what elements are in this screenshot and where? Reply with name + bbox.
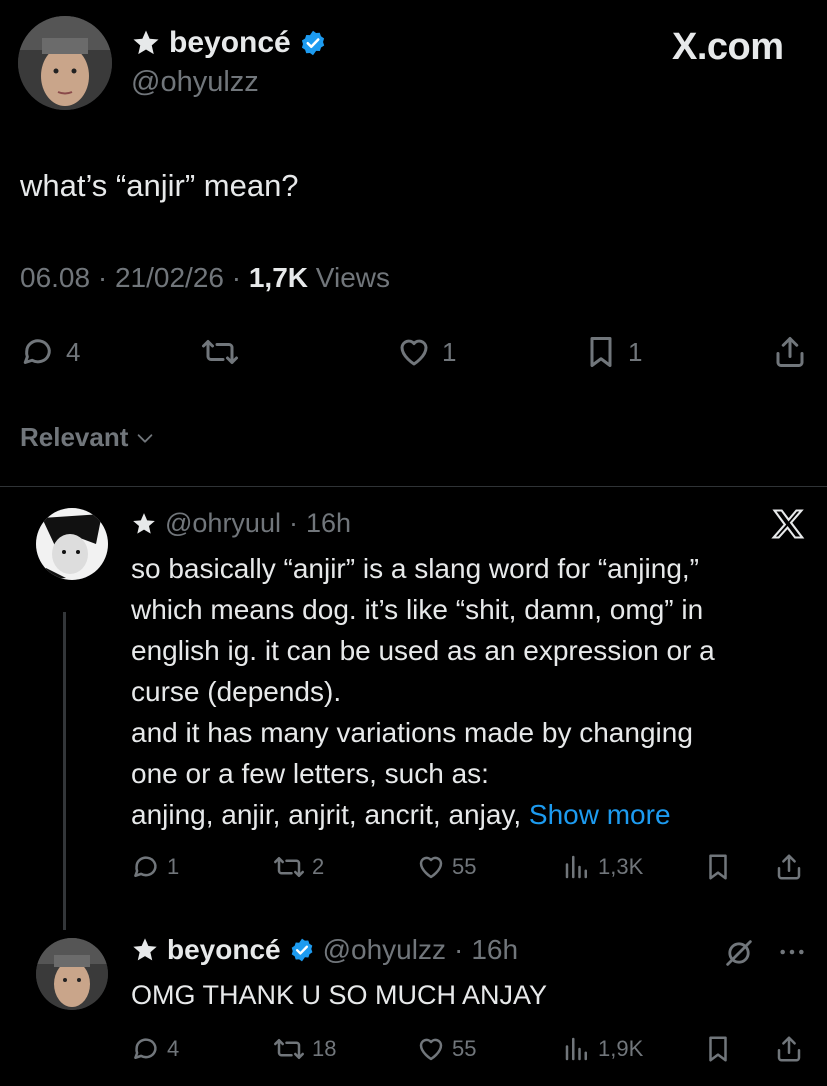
views-count: 1,9K — [598, 1036, 644, 1061]
thread-line — [63, 612, 66, 930]
star-icon — [131, 936, 159, 964]
reply-author-avatar[interactable] — [36, 508, 108, 580]
self-repost-button[interactable]: 18 — [272, 1034, 336, 1064]
heart-icon — [416, 1034, 446, 1064]
x-com-watermark: X.com — [672, 26, 784, 68]
bookmark-icon — [704, 1034, 732, 1064]
like-button[interactable]: 1 — [396, 334, 456, 370]
tweet-date[interactable]: 21/02/26 — [115, 262, 224, 293]
show-more-link[interactable]: Show more — [529, 799, 671, 830]
share-icon — [774, 1034, 804, 1064]
bookmark-count: 1 — [628, 336, 643, 367]
repost-button[interactable] — [200, 334, 250, 370]
repost-count: 2 — [312, 854, 325, 879]
self-reply-text: OMG THANK U SO MUCH ANJAY — [131, 980, 548, 1010]
reply-text: so basically “anjir” is a slang word for… — [131, 548, 821, 835]
repost-icon — [272, 852, 306, 882]
reply-reply-button[interactable]: 1 — [131, 852, 179, 882]
views-chart-icon — [562, 1034, 592, 1064]
self-handle[interactable]: @ohyulzz — [323, 934, 446, 966]
self-reply-header: beyoncé @ohyulzz · 16h — [131, 934, 518, 966]
share-icon — [774, 852, 804, 882]
reply-like-button[interactable]: 55 — [416, 852, 476, 882]
bookmark-icon — [704, 852, 732, 882]
divider — [0, 486, 827, 487]
author-avatar[interactable] — [18, 16, 112, 110]
bookmark-icon — [584, 334, 618, 370]
self-reply-avatar[interactable] — [36, 938, 108, 1010]
reply-count: 4 — [167, 1036, 180, 1061]
repost-icon — [272, 1034, 306, 1064]
tweet-text: what’s “anjir” mean? — [20, 168, 299, 203]
avatar-image — [36, 938, 108, 1010]
chevron-down-icon — [134, 427, 156, 449]
self-time[interactable]: 16h — [471, 934, 518, 966]
avatar-image — [18, 16, 112, 110]
reply-icon — [131, 852, 161, 882]
like-count: 55 — [452, 1036, 477, 1061]
author-display-name: beyoncé — [169, 26, 291, 59]
reply-body-text: so basically “anjir” is a slang word for… — [131, 553, 715, 830]
reply-repost-button[interactable]: 2 — [272, 852, 324, 882]
avatar-image — [36, 508, 108, 580]
reply-count: 1 — [167, 854, 180, 879]
heart-icon — [396, 334, 432, 370]
views-label: Views — [315, 262, 390, 293]
reply-share-button[interactable] — [774, 852, 804, 882]
verified-badge-icon — [299, 29, 327, 57]
heart-icon — [416, 852, 446, 882]
more-options-icon[interactable] — [776, 936, 808, 968]
self-views-button[interactable]: 1,9K — [562, 1034, 643, 1064]
verified-badge-icon — [289, 937, 315, 963]
share-icon — [772, 334, 808, 370]
x-logo-icon — [770, 506, 806, 542]
repost-icon — [200, 334, 240, 370]
self-reply-button[interactable]: 4 — [131, 1034, 179, 1064]
sort-dropdown[interactable]: Relevant — [20, 422, 156, 453]
reply-icon — [131, 1034, 161, 1064]
reply-time[interactable]: 16h — [306, 508, 351, 539]
repost-count: 18 — [312, 1036, 337, 1061]
views-count: 1,3K — [598, 854, 644, 879]
reply-handle[interactable]: @ohryuul — [165, 508, 281, 539]
views-count: 1,7K — [248, 262, 309, 293]
self-like-button[interactable]: 55 — [416, 1034, 476, 1064]
author-handle[interactable]: @ohyulzz — [131, 66, 259, 99]
share-button[interactable] — [772, 334, 808, 370]
self-share-button[interactable] — [774, 1034, 804, 1064]
like-count: 1 — [442, 336, 457, 367]
like-count: 55 — [452, 854, 477, 879]
bookmark-button[interactable]: 1 — [584, 334, 642, 370]
reply-icon — [20, 334, 56, 370]
tweet-meta: 06.08 · 21/02/26 · 1,7K Views — [20, 262, 390, 293]
reply-views-button[interactable]: 1,3K — [562, 852, 643, 882]
star-icon — [131, 511, 157, 537]
author-name-row[interactable]: beyoncé — [131, 26, 327, 60]
star-icon — [131, 28, 161, 58]
sort-label: Relevant — [20, 422, 129, 452]
reply-header: @ohryuul · 16h — [131, 508, 351, 539]
self-display-name[interactable]: beyoncé — [167, 934, 281, 966]
tweet-time[interactable]: 06.08 — [20, 262, 90, 293]
self-bookmark-button[interactable] — [704, 1034, 732, 1064]
grok-icon[interactable] — [722, 936, 756, 970]
reply-bookmark-button[interactable] — [704, 852, 732, 882]
views-chart-icon — [562, 852, 592, 882]
reply-count: 4 — [66, 336, 81, 367]
reply-button[interactable]: 4 — [20, 334, 80, 370]
